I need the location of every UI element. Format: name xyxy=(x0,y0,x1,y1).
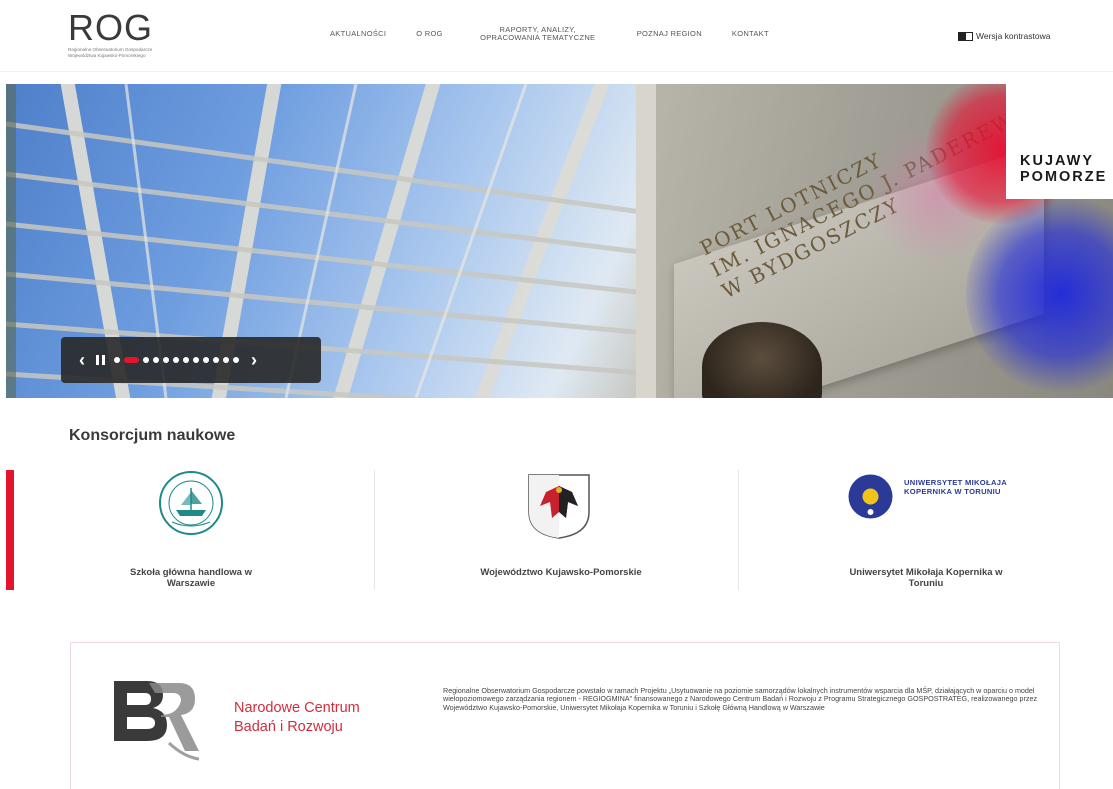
slider-dot[interactable] xyxy=(233,357,239,363)
slider-dot[interactable] xyxy=(124,357,139,363)
slider-dot[interactable] xyxy=(223,357,229,363)
badge-line-1: KUJAWY xyxy=(1020,153,1095,169)
ncbr-description: Regionalne Obserwatorium Gospodarcze pow… xyxy=(443,686,1038,712)
sgh-seal-icon xyxy=(159,471,223,535)
partner-sgh[interactable]: Szkoła główna handlowa w Warszawie xyxy=(106,470,276,590)
nav-item-raporty[interactable]: RAPORTY, ANALIZY, OPRACOWANIA TEMATYCZNE xyxy=(473,26,603,42)
partner-name-sgh: Szkoła główna handlowa w Warszawie xyxy=(130,567,252,589)
partner-name-wojewodztwo: Województwo Kujawsko-Pomorskie xyxy=(480,567,642,578)
umk-circle-icon xyxy=(848,474,893,519)
slider-dot[interactable] xyxy=(173,357,179,363)
slider-dot[interactable] xyxy=(183,357,189,363)
slider-controls: ‹ › xyxy=(61,337,321,383)
main-nav: AKTUALNOŚCI O ROG RAPORTY, ANALIZY, OPRA… xyxy=(330,26,799,42)
consortium-title: Konsorcjum naukowe xyxy=(69,427,236,444)
contrast-toggle[interactable]: Wersja kontrastowa xyxy=(958,31,1050,41)
coat-of-arms-icon xyxy=(528,474,590,539)
slider-dot[interactable] xyxy=(143,357,149,363)
logo-mark: ROG xyxy=(68,7,154,48)
partner-divider xyxy=(738,470,739,590)
umk-logo-text: UNIWERSYTET MIKOŁAJA KOPERNIKA W TORUNIU xyxy=(904,478,1007,496)
contrast-label: Wersja kontrastowa xyxy=(976,31,1051,41)
slider-dot[interactable] xyxy=(213,357,219,363)
slider-dot[interactable] xyxy=(193,357,199,363)
partner-umk[interactable]: UNIWERSYTET MIKOŁAJA KOPERNIKA W TORUNIU… xyxy=(836,470,1016,590)
ncbr-name-line-1: Narodowe Centrum xyxy=(234,700,360,716)
slider-prev-button[interactable]: ‹ xyxy=(79,351,85,369)
nav-item-aktualnosci[interactable]: AKTUALNOŚCI xyxy=(330,30,386,38)
kujawy-pomorze-badge: KUJAWY POMORZE xyxy=(1006,84,1113,199)
ncbr-name-line-2: Badań i Rozwoju xyxy=(234,719,343,735)
ncbr-br-logo-icon[interactable] xyxy=(109,671,199,761)
ncbr-info-box: Narodowe Centrum Badań i Rozwoju Regiona… xyxy=(70,642,1060,789)
slider-dot[interactable] xyxy=(163,357,169,363)
slider-dots xyxy=(114,357,239,363)
partner-divider xyxy=(374,470,375,590)
contrast-icon xyxy=(958,31,973,41)
umk-logo-icon: UNIWERSYTET MIKOŁAJA KOPERNIKA W TORUNIU xyxy=(848,472,1018,519)
badge-line-2: POMORZE xyxy=(1020,169,1108,185)
rog-logo[interactable]: ROG Regionalne Obserwatorium Gospodarcze… xyxy=(68,10,188,59)
section-accent-bar xyxy=(6,470,14,590)
logo-subtitle: Regionalne Obserwatorium Gospodarcze Woj… xyxy=(68,47,153,58)
slider-pause-button[interactable] xyxy=(96,355,105,365)
site-header: ROG Regionalne Obserwatorium Gospodarcze… xyxy=(0,0,1113,72)
slider-dot[interactable] xyxy=(203,357,209,363)
nav-item-o-rog[interactable]: O ROG xyxy=(416,30,443,38)
ncbr-name: Narodowe Centrum Badań i Rozwoju xyxy=(234,699,360,737)
partner-name-umk: Uniwersytet Mikołaja Kopernika w Toruniu xyxy=(849,567,1003,589)
slider-next-button[interactable]: › xyxy=(251,351,257,369)
slider-dot[interactable] xyxy=(153,357,159,363)
nav-item-poznaj-region[interactable]: POZNAJ REGION xyxy=(637,30,702,38)
nav-item-kontakt[interactable]: KONTAKT xyxy=(732,30,769,38)
partner-wojewodztwo[interactable]: Województwo Kujawsko-Pomorskie xyxy=(476,470,646,590)
partners-row: Szkoła główna handlowa w Warszawie Wojew… xyxy=(6,470,1113,590)
slider-dot[interactable] xyxy=(114,357,120,363)
